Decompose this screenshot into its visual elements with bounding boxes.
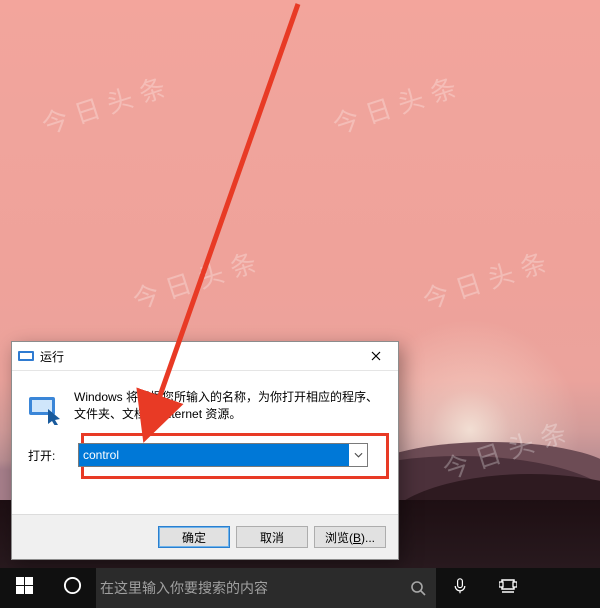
start-button[interactable] bbox=[0, 568, 48, 608]
chevron-down-icon[interactable] bbox=[349, 444, 367, 466]
open-combobox[interactable] bbox=[78, 443, 368, 467]
cancel-button[interactable]: 取消 bbox=[236, 526, 308, 548]
run-dialog-footer: 确定 取消 浏览(B)... bbox=[12, 514, 398, 559]
microphone-button[interactable] bbox=[436, 568, 484, 608]
close-button[interactable] bbox=[354, 342, 398, 370]
microphone-icon bbox=[452, 578, 468, 599]
close-icon bbox=[371, 349, 381, 364]
open-label: 打开: bbox=[26, 447, 78, 464]
search-icon[interactable] bbox=[400, 568, 436, 608]
open-input[interactable] bbox=[79, 444, 349, 466]
windows-logo-icon bbox=[16, 577, 33, 599]
task-view-icon bbox=[499, 579, 517, 598]
taskbar bbox=[0, 568, 600, 608]
browse-button[interactable]: 浏览(B)... bbox=[314, 526, 386, 548]
cortana-button[interactable] bbox=[48, 568, 96, 608]
run-dialog-title: 运行 bbox=[40, 348, 64, 365]
ok-button[interactable]: 确定 bbox=[158, 526, 230, 548]
cortana-circle-icon bbox=[63, 576, 82, 600]
task-view-button[interactable] bbox=[484, 568, 532, 608]
run-dialog-icon bbox=[18, 348, 34, 364]
run-titlebar[interactable]: 运行 bbox=[12, 342, 398, 371]
run-dialog: 运行 Windows 将根据您所输入的名称，为你打开相应的程序、文件夹、文档或 … bbox=[11, 341, 399, 560]
run-command-icon bbox=[26, 389, 62, 425]
taskbar-search-box[interactable] bbox=[96, 568, 436, 608]
taskbar-search-input[interactable] bbox=[96, 580, 400, 596]
run-dialog-description: Windows 将根据您所输入的名称，为你打开相应的程序、文件夹、文档或 Int… bbox=[74, 389, 384, 423]
